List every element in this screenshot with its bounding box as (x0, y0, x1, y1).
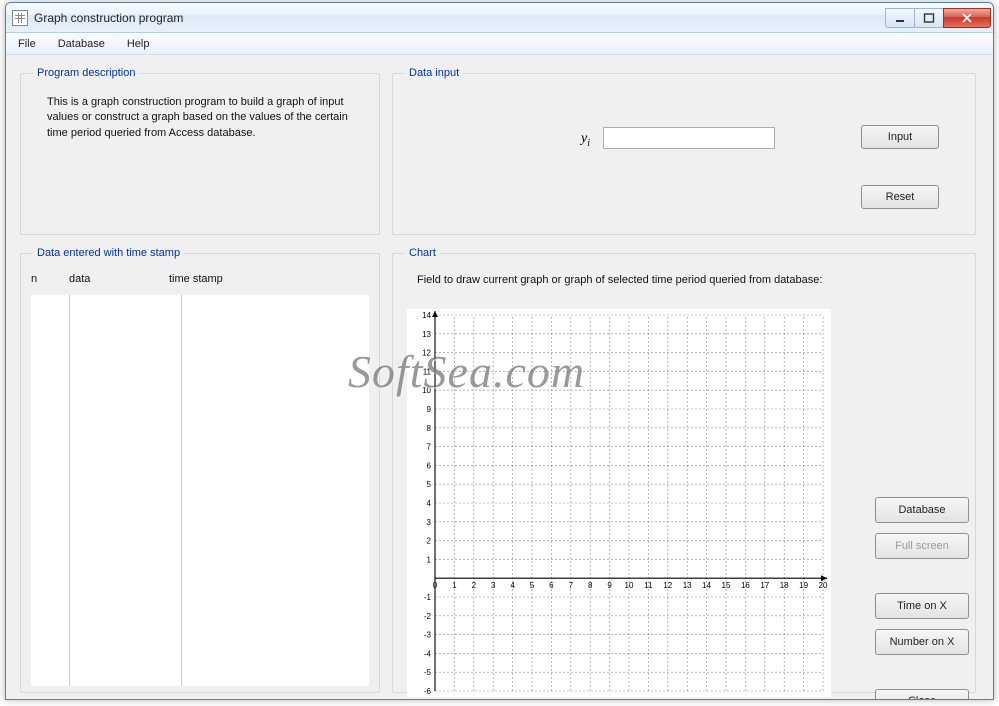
col-n: n (31, 273, 69, 285)
titlebar[interactable]: Graph construction program (6, 3, 993, 33)
program-description-legend: Program description (33, 67, 139, 79)
app-window: Graph construction program File Database… (5, 2, 994, 700)
number-on-x-button[interactable]: Number on X (875, 629, 969, 655)
svg-text:-5: -5 (424, 668, 432, 677)
svg-text:9: 9 (427, 405, 432, 414)
col-timestamp: time stamp (169, 273, 369, 285)
svg-text:-1: -1 (424, 593, 432, 602)
chart-caption: Field to draw current graph or graph of … (417, 273, 835, 288)
chart-canvas: 01234567891011121314151617181920-6-5-4-3… (407, 309, 831, 697)
svg-text:11: 11 (644, 581, 653, 590)
svg-text:12: 12 (422, 349, 431, 358)
close-app-button[interactable]: Close (875, 689, 969, 700)
svg-text:2: 2 (472, 581, 477, 590)
svg-text:-2: -2 (424, 612, 432, 621)
svg-text:8: 8 (588, 581, 593, 590)
svg-text:16: 16 (741, 581, 750, 590)
svg-text:6: 6 (427, 461, 432, 470)
menu-help[interactable]: Help (121, 36, 156, 52)
svg-text:-4: -4 (424, 649, 432, 658)
svg-text:4: 4 (510, 581, 515, 590)
program-description-group: Program description This is a graph cons… (20, 67, 380, 235)
fullscreen-button[interactable]: Full screen (875, 533, 969, 559)
chart-legend: Chart (405, 247, 440, 259)
svg-text:3: 3 (427, 518, 432, 527)
svg-text:4: 4 (427, 499, 432, 508)
data-table-body (31, 295, 369, 686)
reset-button[interactable]: Reset (861, 185, 939, 209)
menu-database[interactable]: Database (52, 36, 111, 52)
svg-text:9: 9 (607, 581, 612, 590)
y-label: yi (581, 131, 590, 149)
minimize-button[interactable] (885, 8, 915, 28)
svg-text:15: 15 (722, 581, 731, 590)
svg-text:6: 6 (549, 581, 554, 590)
y-input[interactable] (603, 127, 775, 149)
svg-text:10: 10 (422, 386, 431, 395)
svg-text:8: 8 (427, 424, 432, 433)
data-entered-legend: Data entered with time stamp (33, 247, 184, 259)
window-title: Graph construction program (34, 11, 886, 25)
svg-text:19: 19 (799, 581, 808, 590)
svg-text:5: 5 (530, 581, 535, 590)
y-label-sub: i (587, 138, 590, 149)
svg-text:17: 17 (760, 581, 769, 590)
col-divider (181, 295, 182, 686)
svg-text:11: 11 (423, 367, 432, 376)
data-input-group: Data input yi Input Reset (392, 67, 976, 235)
svg-text:7: 7 (427, 443, 432, 452)
data-table-header: n data time stamp (31, 273, 369, 285)
svg-text:14: 14 (422, 311, 431, 320)
svg-text:-6: -6 (424, 687, 432, 696)
svg-text:7: 7 (569, 581, 574, 590)
svg-text:13: 13 (422, 330, 431, 339)
svg-text:0: 0 (433, 581, 438, 590)
svg-text:20: 20 (819, 581, 828, 590)
menubar: File Database Help (6, 33, 993, 55)
svg-text:1: 1 (427, 555, 432, 564)
time-on-x-button[interactable]: Time on X (875, 593, 969, 619)
svg-text:14: 14 (702, 581, 711, 590)
maximize-button[interactable] (914, 8, 944, 28)
input-button[interactable]: Input (861, 125, 939, 149)
program-description-text: This is a graph construction program to … (33, 89, 367, 141)
svg-text:10: 10 (625, 581, 634, 590)
svg-text:3: 3 (491, 581, 496, 590)
chart-group: Chart Field to draw current graph or gra… (392, 247, 976, 693)
svg-text:1: 1 (452, 581, 457, 590)
svg-text:13: 13 (683, 581, 692, 590)
menu-file[interactable]: File (12, 36, 42, 52)
data-entered-group: Data entered with time stamp n data time… (20, 247, 380, 693)
database-button[interactable]: Database (875, 497, 969, 523)
close-button[interactable] (943, 8, 991, 28)
data-input-legend: Data input (405, 67, 463, 79)
svg-text:5: 5 (427, 480, 432, 489)
col-data: data (69, 273, 169, 285)
app-icon (12, 10, 28, 26)
svg-text:2: 2 (427, 537, 432, 546)
svg-text:-3: -3 (424, 631, 432, 640)
svg-text:18: 18 (780, 581, 789, 590)
svg-text:12: 12 (663, 581, 672, 590)
col-divider (69, 295, 70, 686)
